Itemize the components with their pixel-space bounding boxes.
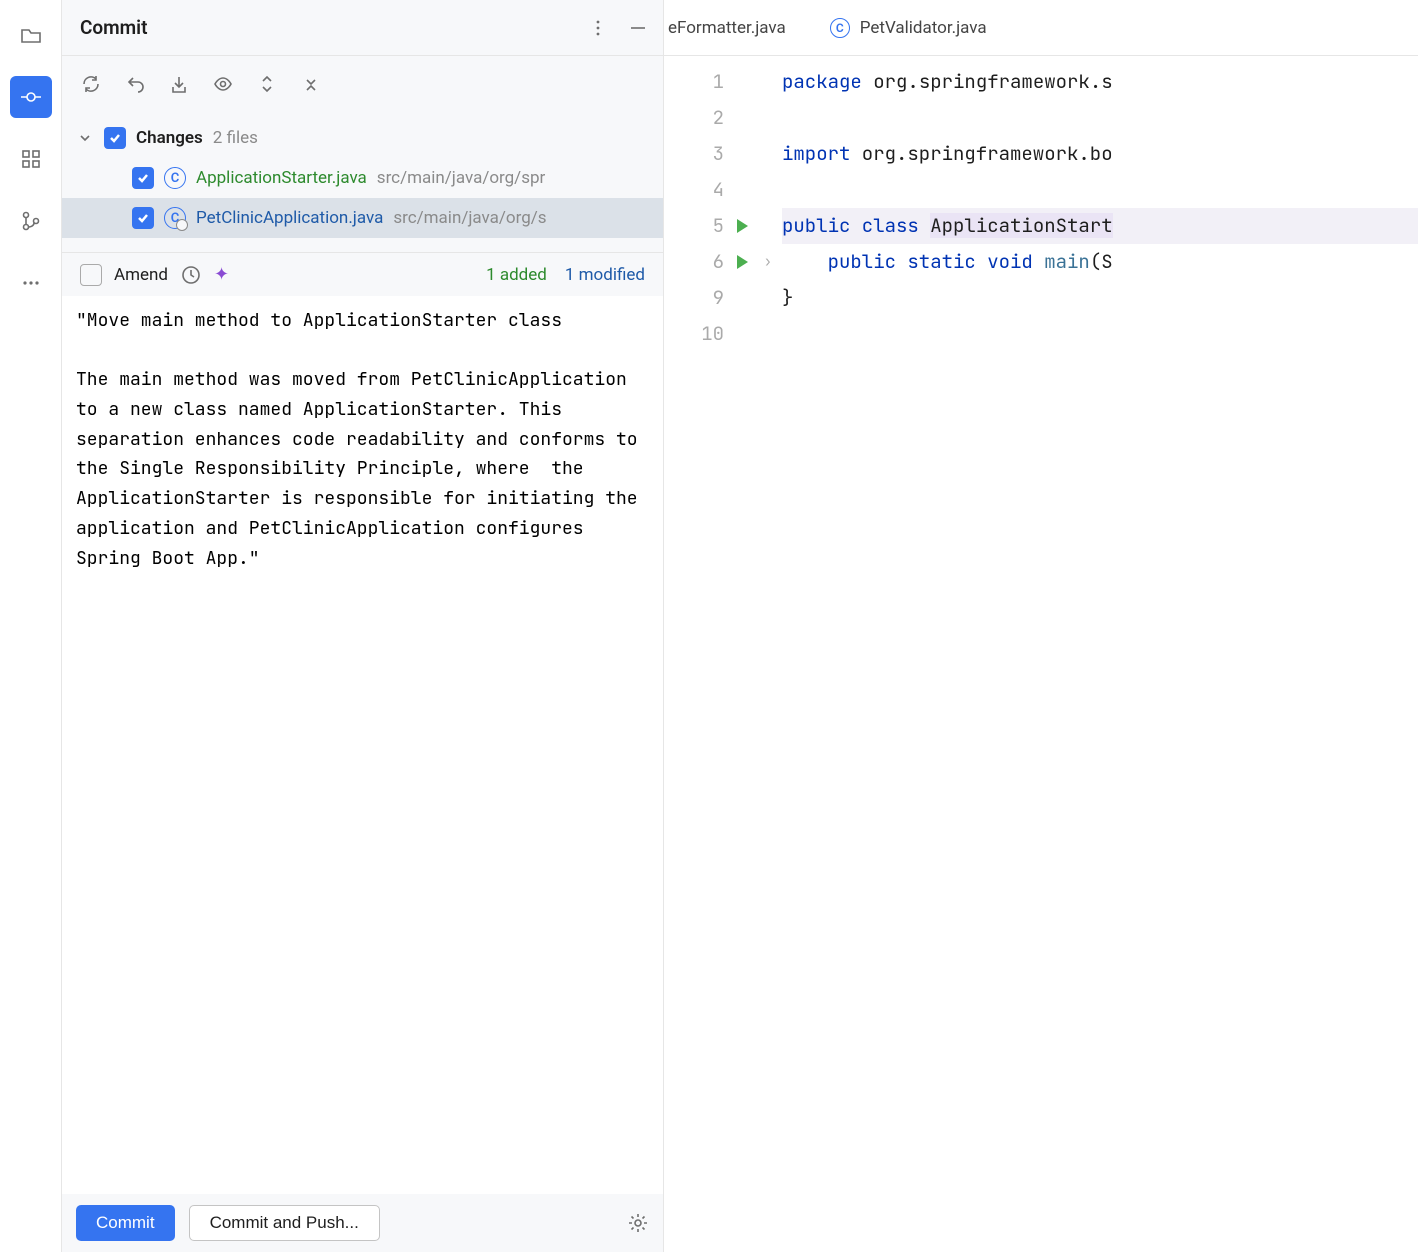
diff-preview-icon[interactable] (212, 73, 234, 95)
code-line[interactable] (782, 100, 1418, 136)
run-gutter-icon[interactable] (737, 255, 748, 269)
code-line[interactable]: import org.springframework.bo (782, 136, 1418, 172)
code-line[interactable]: } (782, 280, 1418, 316)
shelve-icon[interactable] (168, 73, 190, 95)
ai-sparkle-icon[interactable]: ✦ (214, 264, 229, 285)
run-gutter-icon[interactable] (737, 219, 748, 233)
more-tool-button[interactable] (10, 262, 52, 304)
rollback-icon[interactable] (124, 73, 146, 95)
file-name: ApplicationStarter.java (196, 168, 367, 188)
stat-added: 1 added (486, 265, 547, 285)
class-file-icon: C (164, 207, 186, 229)
editor-code[interactable]: package org.springframework.s import org.… (754, 56, 1418, 1252)
amend-checkbox[interactable] (80, 264, 102, 286)
code-line[interactable] (782, 316, 1418, 352)
class-file-icon: C (830, 18, 850, 38)
expand-collapse-icon[interactable] (300, 73, 322, 95)
changes-checkbox[interactable] (104, 127, 126, 149)
gutter-line: 9 (664, 280, 754, 316)
gutter-line: 2 (664, 100, 754, 136)
fold-icon[interactable]: › (764, 244, 772, 280)
gutter-line: 4 (664, 172, 754, 208)
project-tool-button[interactable] (10, 14, 52, 56)
history-icon[interactable] (180, 264, 202, 286)
tab-label: PetValidator.java (860, 18, 987, 38)
gutter-line: 6› (664, 244, 754, 280)
commit-panel-title: Commit (80, 16, 148, 39)
editor-area: eFormatter.java C PetValidator.java 1234… (664, 0, 1418, 1252)
code-line[interactable]: public static void main(S (782, 244, 1418, 280)
gutter-line: 10 (664, 316, 754, 352)
commit-tool-button[interactable] (10, 76, 52, 118)
changes-tree: Changes 2 files C ApplicationStarter.jav… (62, 112, 663, 252)
editor-tabs: eFormatter.java C PetValidator.java (664, 0, 1418, 56)
git-tool-button[interactable] (10, 200, 52, 242)
file-path: src/main/java/org/spr (377, 168, 545, 188)
file-name: PetClinicApplication.java (196, 208, 383, 228)
options-icon[interactable] (587, 17, 609, 39)
editor-body[interactable]: 123456›910 package org.springframework.s… (664, 56, 1418, 1252)
commit-footer: Commit Commit and Push... (62, 1194, 663, 1252)
file-checkbox[interactable] (132, 207, 154, 229)
commit-panel-header: Commit (62, 0, 663, 56)
commit-toolbar (62, 56, 663, 112)
commit-button[interactable]: Commit (76, 1205, 175, 1241)
refresh-icon[interactable] (80, 73, 102, 95)
gear-icon[interactable] (627, 1212, 649, 1234)
editor-gutter: 123456›910 (664, 56, 754, 1252)
gutter-line: 3 (664, 136, 754, 172)
code-line[interactable]: package org.springframework.s (782, 64, 1418, 100)
editor-tab[interactable]: eFormatter.java (664, 0, 808, 55)
changes-label: Changes (136, 128, 203, 148)
editor-tab[interactable]: C PetValidator.java (808, 0, 1009, 55)
class-file-icon: C (164, 167, 186, 189)
minimize-icon[interactable] (627, 17, 649, 39)
commit-message-input[interactable] (62, 296, 663, 1194)
changed-file-row[interactable]: C ApplicationStarter.java src/main/java/… (62, 158, 663, 198)
amend-label: Amend (114, 265, 168, 285)
left-tool-rail (0, 0, 62, 1252)
code-line[interactable]: public class ApplicationStart (782, 208, 1418, 244)
chevron-down-icon[interactable] (76, 127, 94, 149)
commit-and-push-button[interactable]: Commit and Push... (189, 1205, 380, 1241)
stat-modified: 1 modified (565, 265, 645, 285)
structure-tool-button[interactable] (10, 138, 52, 180)
file-checkbox[interactable] (132, 167, 154, 189)
changes-node[interactable]: Changes 2 files (62, 118, 663, 158)
changed-file-row[interactable]: C PetClinicApplication.java src/main/jav… (62, 198, 663, 238)
files-count: 2 files (213, 128, 258, 148)
code-line[interactable] (782, 172, 1418, 208)
commit-panel: Commit Changes 2 files C ApplicationStar (62, 0, 664, 1252)
amend-row: Amend ✦ 1 added 1 modified (62, 252, 663, 296)
gutter-line: 1 (664, 64, 754, 100)
tab-label: eFormatter.java (668, 18, 786, 38)
file-path: src/main/java/org/s (393, 208, 546, 228)
gutter-line: 5 (664, 208, 754, 244)
group-by-icon[interactable] (256, 73, 278, 95)
